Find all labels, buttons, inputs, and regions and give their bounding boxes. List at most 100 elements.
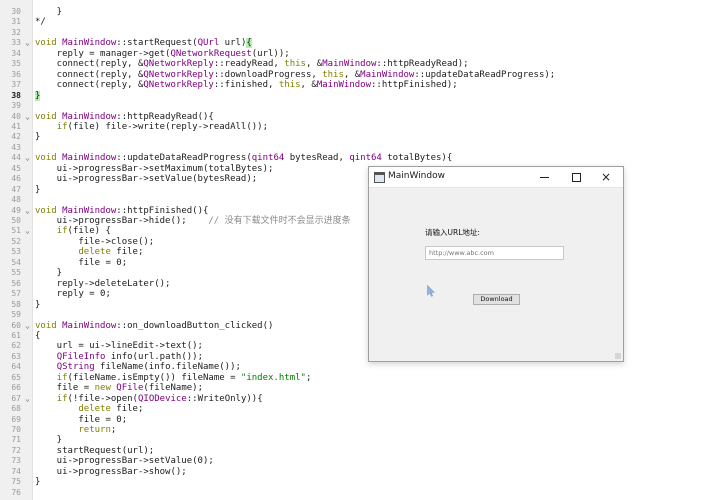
line-number: 75	[11, 477, 21, 487]
code-line[interactable]: 43	[0, 143, 726, 153]
line-number: 44	[11, 153, 21, 163]
code-text: connect(reply, &QNetworkReply::finished,…	[35, 80, 458, 91]
code-line[interactable]: 73 ui->progressBar->setValue(0);	[0, 456, 726, 466]
line-number: 49	[11, 205, 21, 215]
code-line[interactable]: 67 ⌄ if(!file->open(QIODevice::WriteOnly)…	[0, 394, 726, 404]
line-number: 65	[11, 372, 21, 382]
line-number: 74	[11, 466, 21, 476]
line-number: 69	[11, 414, 21, 424]
code-text: if(file) {	[56, 226, 111, 237]
code-text: void MainWindow::httpFinished(){	[35, 205, 209, 216]
size-grip-icon[interactable]	[615, 353, 621, 359]
code-line[interactable]: 44 ⌄ void MainWindow::updateDataReadProgre…	[0, 153, 726, 163]
code-line[interactable]: 68 delete file;	[0, 404, 726, 414]
code-text: void MainWindow::updateDataReadProgress(…	[35, 153, 453, 164]
code-line[interactable]: 75}	[0, 477, 726, 487]
line-number: 34	[11, 48, 21, 58]
line-number: 48	[11, 195, 21, 205]
code-text: reply = manager->get(QNetworkRequest(url…	[35, 48, 290, 59]
download-button[interactable]: Download	[473, 294, 520, 305]
maximize-button[interactable]	[561, 167, 591, 187]
line-number: 41	[11, 121, 21, 131]
code-text: ui->progressBar->setValue(bytesRead);	[35, 174, 258, 185]
line-number: 42	[11, 132, 21, 142]
code-line[interactable]: 35 connect(reply, &QNetworkReply::readyR…	[0, 59, 726, 69]
code-line[interactable]: 31 */	[0, 17, 726, 27]
fold-arrow-icon[interactable]: ⌄	[23, 226, 32, 236]
code-text: delete file;	[78, 247, 144, 258]
line-number: 54	[11, 257, 21, 267]
code-line[interactable]: 69 file = 0;	[0, 415, 726, 425]
code-text: reply = 0;	[35, 289, 111, 300]
line-number: 52	[11, 236, 21, 246]
code-text: delete file;	[78, 404, 144, 415]
line-number: 63	[11, 351, 21, 361]
code-text: }	[35, 184, 41, 195]
code-line[interactable]: 65 if(fileName.isEmpty()) fileName = "in…	[0, 373, 726, 383]
code-line[interactable]: 41 if(file) file->write(reply->readAll()…	[0, 122, 726, 132]
code-text: }	[35, 90, 41, 101]
line-number: 30	[11, 7, 21, 16]
line-number: 31	[11, 17, 21, 27]
line-number: 70	[11, 425, 21, 434]
line-number: 57	[11, 289, 21, 299]
fold-arrow-icon[interactable]: ⌄	[23, 321, 32, 331]
fold-arrow-icon[interactable]: ⌄	[23, 206, 32, 216]
code-line[interactable]: 36 connect(reply, &QNetworkReply::downlo…	[0, 70, 726, 80]
code-text: QString fileName(info.fileName());	[56, 362, 241, 373]
code-text: {	[35, 330, 41, 341]
code-line[interactable]: 66 file = new QFile(fileName);	[0, 383, 726, 393]
line-number: 35	[11, 59, 21, 69]
code-text: connect(reply, &QNetworkReply::downloadP…	[35, 69, 556, 80]
line-number: 68	[11, 404, 21, 414]
line-number: 47	[11, 184, 21, 194]
main-window: MainWindow × 请输入URL地址: Download	[368, 166, 624, 362]
code-text: }	[35, 299, 41, 310]
line-number: 51	[11, 226, 21, 236]
url-input[interactable]	[425, 246, 564, 260]
code-text: reply->deleteLater();	[35, 278, 171, 289]
code-line[interactable]: 64 QString fileName(info.fileName());	[0, 362, 726, 372]
code-line[interactable]: 76	[0, 488, 726, 498]
close-button[interactable]: ×	[591, 167, 621, 187]
code-line[interactable]: 71 }	[0, 435, 726, 445]
line-number: 62	[11, 341, 21, 351]
code-line[interactable]: 42}	[0, 132, 726, 142]
code-line[interactable]: 70 return;	[0, 425, 726, 435]
code-line[interactable]: 74 ui->progressBar->show();	[0, 467, 726, 477]
line-number: 33	[11, 38, 21, 48]
minimize-button[interactable]	[529, 167, 559, 187]
line-number: 38	[11, 90, 21, 100]
line-number: 64	[11, 362, 21, 372]
code-line[interactable]: 34 reply = manager->get(QNetworkRequest(…	[0, 49, 726, 59]
fold-arrow-icon[interactable]: ⌄	[23, 153, 32, 163]
code-line[interactable]: 39	[0, 101, 726, 111]
code-line[interactable]: 37 connect(reply, &QNetworkReply::finish…	[0, 80, 726, 90]
code-line[interactable]: 30 }	[0, 7, 726, 17]
code-text: startRequest(url);	[35, 445, 155, 456]
code-line[interactable]: 38}	[0, 90, 726, 101]
line-number: 43	[11, 142, 21, 152]
line-number: 39	[11, 101, 21, 111]
code-line[interactable]: 72 startRequest(url);	[0, 446, 726, 456]
fold-arrow-icon[interactable]: ⌄	[23, 38, 32, 48]
code-text: }	[35, 268, 63, 279]
code-text: void MainWindow::httpReadyRead(){	[35, 111, 214, 122]
code-text: if(file) file->write(reply->readAll());	[56, 121, 269, 132]
code-text: file = 0;	[35, 257, 128, 268]
window-titlebar[interactable]: MainWindow ×	[369, 167, 623, 188]
code-line[interactable]: 33 ⌄ void MainWindow::startRequest(QUrl ur…	[0, 38, 726, 49]
code-line[interactable]: 40 ⌄ void MainWindow::httpReadyRead(){	[0, 112, 726, 122]
fold-arrow-icon[interactable]: ⌄	[23, 112, 32, 122]
url-label: 请输入URL地址:	[425, 228, 480, 237]
line-number: 32	[11, 27, 21, 37]
line-number: 45	[11, 163, 21, 173]
fold-arrow-icon[interactable]: ⌄	[23, 394, 32, 404]
mouse-pointer-icon	[427, 285, 435, 297]
code-line[interactable]: 32	[0, 28, 726, 38]
line-number: 58	[11, 299, 21, 309]
line-number: 67	[11, 393, 21, 403]
line-number: 53	[11, 247, 21, 257]
line-number: 40	[11, 111, 21, 121]
line-number: 71	[11, 435, 21, 445]
